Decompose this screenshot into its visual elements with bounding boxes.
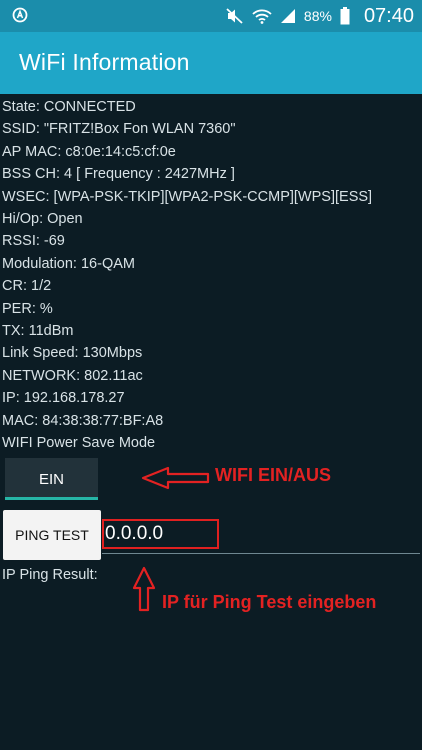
info-line-state: State: CONNECTED: [2, 99, 136, 115]
annotation-arrow-left: [141, 466, 210, 490]
ip-address-input[interactable]: [102, 519, 219, 549]
info-line-ap-mac: AP MAC: c8:0e:14:c5:cf:0e: [2, 143, 176, 160]
info-line-bss-channel: BSS CH: 4 [ Frequency : 2427MHz ]: [2, 166, 235, 183]
annotation-wifi-toggle: WIFI EIN/AUS: [215, 465, 331, 485]
app-bar: WiFi Information: [0, 32, 422, 94]
annotation-arrow-up: [132, 566, 156, 612]
annotation-ping-input: IP für Ping Test eingeben: [162, 592, 377, 612]
info-line-modulation: Modulation: 16-QAM: [2, 255, 135, 272]
toggle-indicator: [5, 497, 98, 500]
battery-percent: 88%: [303, 8, 332, 24]
app-notification-icon: [12, 7, 28, 23]
wifi-icon: [252, 9, 272, 24]
battery-icon: [340, 7, 350, 25]
input-underline: [102, 553, 420, 554]
wifi-toggle-button[interactable]: EIN: [5, 458, 98, 500]
ping-result-label: IP Ping Result:: [2, 567, 98, 583]
info-line-ssid: SSID: "FRITZ!Box Fon WLAN 7360": [2, 121, 236, 138]
info-line-tx: TX: 11dBm: [2, 323, 74, 340]
info-line-rssi: RSSI: -69: [2, 233, 65, 250]
mute-icon: [226, 8, 243, 24]
status-bar: 88% 07:40: [0, 0, 422, 32]
clock: 07:40: [363, 4, 414, 27]
info-line-hiop: Hi/Op: Open: [2, 211, 83, 228]
info-line-power-save: WIFI Power Save Mode: [2, 435, 156, 452]
signal-icon: [280, 9, 295, 23]
info-line-mac: MAC: 84:38:38:77:BF:A8: [2, 412, 164, 429]
info-line-per: PER: %: [2, 300, 53, 317]
status-icons: 88% 07:40: [226, 0, 414, 32]
wifi-info-list: State: CONNECTED SSID: "FRITZ!Box Fon WL…: [2, 96, 420, 455]
info-line-ip: IP: 192.168.178.27: [2, 390, 125, 407]
info-line-wsec: WSEC: [WPA-PSK-TKIP][WPA2-PSK-CCMP][WPS]…: [2, 188, 373, 205]
info-line-cr: CR: 1/2: [2, 278, 52, 295]
ping-test-button[interactable]: PING TEST: [3, 510, 101, 560]
info-line-link-speed: Link Speed: 130Mbps: [2, 345, 143, 362]
info-line-network: NETWORK: 802.11ac: [2, 367, 143, 384]
app-title: WiFi Information: [19, 49, 190, 75]
